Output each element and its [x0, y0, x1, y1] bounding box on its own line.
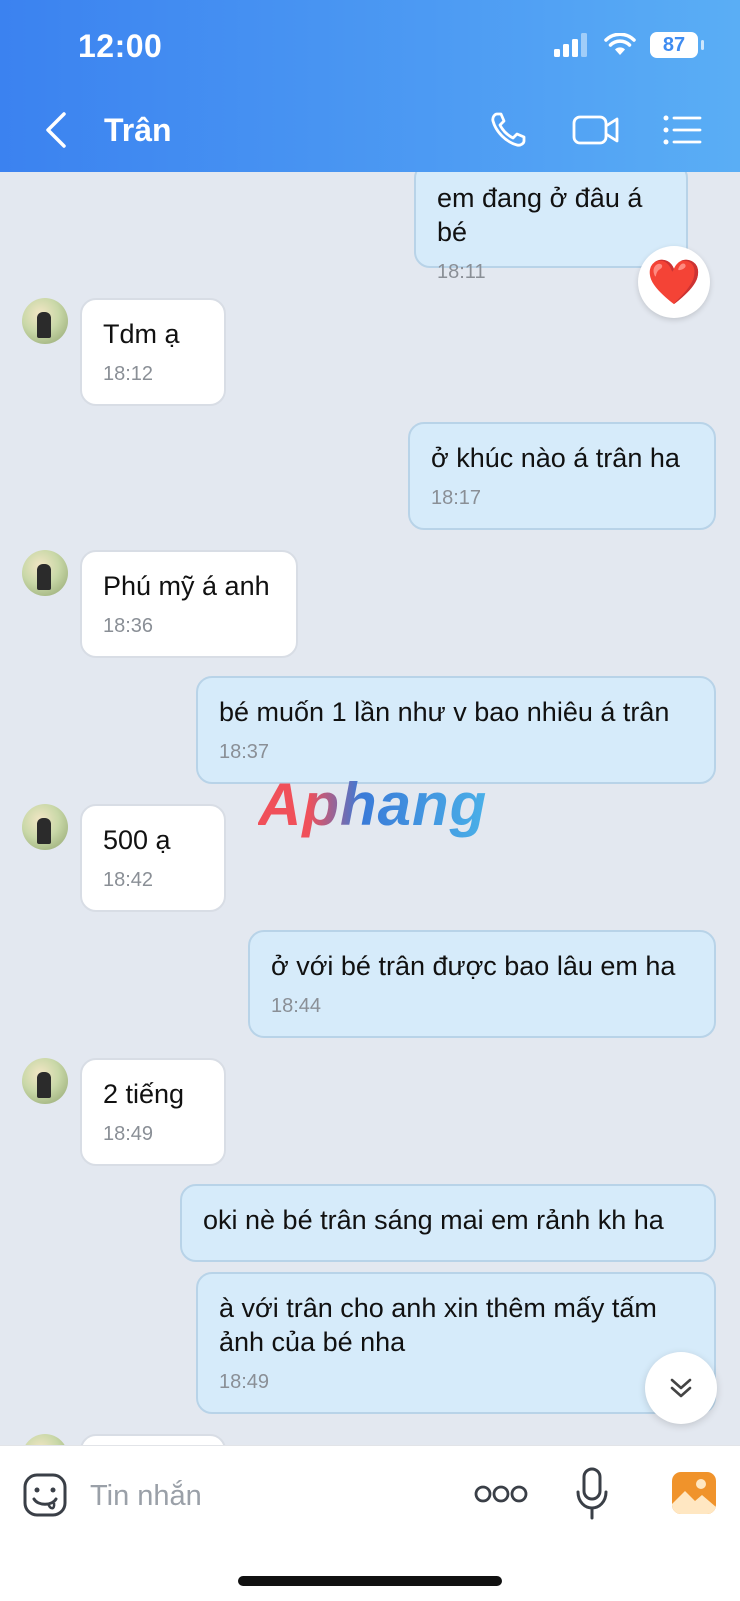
home-indicator: [238, 1576, 502, 1586]
message-time: 18:36: [103, 615, 154, 637]
battery-indicator: 87: [650, 32, 704, 58]
avatar[interactable]: [22, 804, 68, 850]
message-time: 18:42: [103, 869, 154, 891]
more-icon[interactable]: [474, 1484, 528, 1504]
video-call-icon[interactable]: [571, 110, 621, 150]
message-text: ở khúc nào á trân ha: [431, 443, 680, 473]
message-text: oki nè bé trân sáng mai em rảnh kh ha: [203, 1205, 664, 1235]
message-time: 18:49: [219, 1371, 270, 1393]
message-bubble-incoming[interactable]: Tdm ạ 18:12: [80, 298, 226, 406]
wifi-icon: [604, 33, 636, 55]
chat-header: 12:00 87 Trân: [0, 0, 740, 172]
avatar[interactable]: [22, 1058, 68, 1104]
message-text: Phú mỹ á anh: [103, 571, 270, 601]
message-bubble-outgoing[interactable]: em đang ở đâu á bé 18:11: [414, 172, 688, 283]
back-icon[interactable]: [40, 110, 74, 150]
message-text: 500 ạ: [103, 825, 171, 855]
message-text: ở với bé trân được bao lâu em ha: [271, 951, 676, 981]
message-bubble-incoming[interactable]: 500 ạ 18:42: [80, 804, 226, 912]
message-time: 18:11: [437, 261, 486, 283]
message-bubble-incoming[interactable]: 2 tiếng 18:49: [80, 1058, 226, 1166]
chat-title[interactable]: Trân: [104, 112, 172, 149]
message-input[interactable]: Tin nhắn: [90, 1474, 430, 1518]
message-time: 18:12: [103, 363, 154, 385]
message-text: Tdm ạ: [103, 319, 180, 349]
message-bubble-outgoing[interactable]: à với trân cho anh xin thêm mấy tấm ảnh …: [196, 1272, 716, 1414]
message-time: 18:49: [103, 1123, 154, 1145]
menu-list-icon[interactable]: [662, 110, 704, 150]
message-text: à với trân cho anh xin thêm mấy tấm ảnh …: [219, 1293, 657, 1357]
image-icon[interactable]: [670, 1470, 718, 1516]
avatar[interactable]: [22, 1434, 68, 1445]
chevron-double-down-icon: [670, 1378, 692, 1398]
watermark-logo: Aphang: [258, 771, 488, 838]
avatar[interactable]: [22, 298, 68, 344]
heart-reaction[interactable]: ❤️: [638, 246, 710, 318]
message-text: em đang ở đâu á bé: [437, 183, 650, 247]
message-text: bé muốn 1 lần như v bao nhiêu á trân: [219, 697, 670, 727]
message-bubble-incoming[interactable]: Phú mỹ á anh 18:36: [80, 550, 298, 658]
scroll-to-bottom-button[interactable]: [645, 1352, 717, 1424]
message-time: 18:37: [219, 741, 270, 763]
avatar[interactable]: [22, 550, 68, 596]
message-bubble-outgoing[interactable]: bé muốn 1 lần như v bao nhiêu á trân 18:…: [196, 676, 716, 784]
message-time: 18:44: [271, 995, 322, 1017]
phone-icon[interactable]: [488, 110, 528, 150]
message-bubble-outgoing[interactable]: ở khúc nào á trân ha 18:17: [408, 422, 716, 530]
status-time: 12:00: [78, 28, 163, 64]
status-indicators: 87: [554, 32, 704, 58]
message-bubble-outgoing[interactable]: oki nè bé trân sáng mai em rảnh kh ha: [180, 1184, 716, 1262]
sticker-icon[interactable]: [22, 1472, 68, 1518]
signal-icon: [554, 33, 587, 57]
message-bubble-outgoing[interactable]: ở với bé trân được bao lâu em ha 18:44: [248, 930, 716, 1038]
message-time: 18:17: [431, 487, 482, 509]
message-text: 2 tiếng: [103, 1079, 185, 1109]
message-bubble-incoming-partial[interactable]: [80, 1434, 226, 1445]
microphone-icon[interactable]: [574, 1466, 610, 1522]
